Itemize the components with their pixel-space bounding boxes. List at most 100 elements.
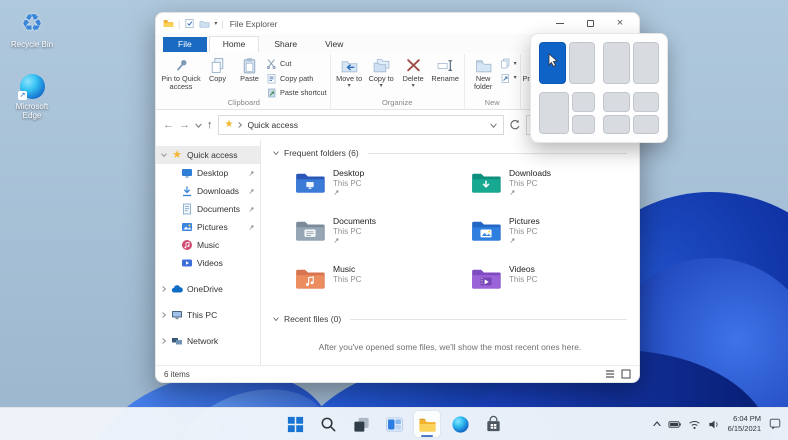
tab-share[interactable]: Share — [261, 37, 310, 52]
address-dropdown-chevron[interactable] — [490, 122, 497, 129]
recent-locations-chevron[interactable] — [195, 122, 202, 129]
snap-zone-top-right[interactable] — [633, 92, 660, 112]
copy-button[interactable]: Copy — [202, 54, 233, 83]
battery-icon[interactable] — [668, 418, 681, 431]
snap-zone-left-hovered[interactable] — [539, 42, 566, 84]
snap-zone-top-right[interactable] — [572, 92, 595, 112]
forward-button[interactable]: → — [179, 120, 190, 131]
folder-tile-downloads[interactable]: Downloads This PC — [471, 168, 640, 210]
pin-to-quick-access-button[interactable]: Pin to Quick access — [161, 54, 201, 92]
sidebar-item-network[interactable]: Network — [156, 332, 260, 350]
copy-path-button[interactable]: Copy path — [266, 73, 327, 84]
sidebar-item-this-pc[interactable]: This PC — [156, 306, 260, 324]
paste-button[interactable]: Paste — [234, 54, 265, 83]
wifi-icon[interactable] — [688, 418, 701, 431]
large-icons-view-button[interactable] — [621, 369, 631, 379]
paste-shortcut-icon — [266, 87, 277, 98]
content-pane: Frequent folders (6) Desktop This PC — [261, 140, 639, 365]
snap-zone-right[interactable] — [633, 42, 660, 84]
ribbon-group-clipboard: Pin to Quick access Copy Paste Cut — [158, 54, 331, 109]
snap-zone-top-left[interactable] — [603, 92, 630, 112]
delete-button[interactable]: Delete ▾ — [398, 54, 429, 89]
snap-zone-bottom-right[interactable] — [572, 115, 595, 135]
taskbar: 6:04 PM 6/15/2021 — [0, 407, 788, 440]
file-explorer-button[interactable] — [414, 411, 440, 437]
taskbar-clock[interactable]: 6:04 PM 6/15/2021 — [728, 414, 761, 434]
collapse-chevron-icon[interactable] — [273, 150, 279, 156]
edge-button[interactable] — [447, 411, 473, 437]
copy-icon — [209, 57, 226, 74]
sidebar-item-onedrive[interactable]: OneDrive — [156, 280, 260, 298]
breadcrumb[interactable]: ★ Quick access — [218, 115, 505, 135]
sidebar-item-desktop[interactable]: Desktop — [156, 164, 260, 182]
sidebar-item-documents[interactable]: Documents — [156, 200, 260, 218]
start-button[interactable] — [282, 411, 308, 437]
search-button[interactable] — [315, 411, 341, 437]
collapse-chevron-icon[interactable] — [273, 316, 279, 322]
paste-icon — [241, 57, 258, 74]
copy-to-button[interactable]: Copy to ▾ — [366, 54, 397, 89]
move-to-button[interactable]: Move to ▾ — [334, 54, 365, 89]
edge-icon: ↗ — [18, 72, 46, 100]
qat-customize-chevron[interactable]: ▾ — [214, 21, 217, 27]
volume-icon[interactable] — [708, 418, 721, 431]
sidebar-item-videos[interactable]: Videos — [156, 254, 260, 272]
notification-center-button[interactable] — [768, 417, 782, 431]
back-button[interactable]: ← — [163, 120, 174, 131]
up-button[interactable]: ↑ — [207, 120, 213, 131]
sidebar-item-pictures[interactable]: Pictures — [156, 218, 260, 236]
quick-access-star-icon: ★ — [171, 149, 183, 161]
chevron-right-icon[interactable] — [161, 286, 167, 292]
tab-view[interactable]: View — [312, 37, 356, 52]
chevron-down-icon[interactable] — [161, 152, 167, 158]
tab-home[interactable]: Home — [209, 36, 260, 52]
qat-properties-button[interactable] — [184, 18, 195, 29]
pin-icon — [248, 224, 255, 231]
sidebar-item-music[interactable]: Music — [156, 236, 260, 254]
pictures-icon — [181, 221, 193, 233]
section-title: Frequent folders (6) — [284, 148, 359, 158]
paste-shortcut-button[interactable]: Paste shortcut — [266, 87, 327, 98]
widgets-button[interactable] — [381, 411, 407, 437]
folder-name: Videos — [509, 264, 537, 274]
snap-zone-right[interactable] — [569, 42, 596, 84]
snap-layouts-flyout — [530, 33, 668, 143]
taskbar-center-icons — [282, 408, 506, 440]
tab-file[interactable]: File — [163, 37, 207, 52]
folder-tile-desktop[interactable]: Desktop This PC — [295, 168, 467, 210]
tray-overflow-chevron[interactable] — [653, 420, 661, 428]
store-button[interactable] — [480, 411, 506, 437]
details-view-button[interactable] — [605, 369, 615, 379]
sidebar-item-downloads[interactable]: Downloads — [156, 182, 260, 200]
easy-access-button[interactable]: ▾ — [500, 73, 517, 84]
refresh-button[interactable] — [509, 119, 521, 131]
microsoft-store-icon — [484, 415, 503, 434]
snap-zone-left[interactable] — [603, 42, 630, 84]
music-icon — [181, 239, 193, 251]
task-view-button[interactable] — [348, 411, 374, 437]
minimize-button[interactable] — [545, 13, 575, 34]
cut-button[interactable]: Cut — [266, 58, 327, 69]
snap-zone-left-large[interactable] — [539, 92, 569, 134]
chevron-right-icon[interactable] — [161, 338, 167, 344]
desktop-icon-recycle-bin[interactable]: ♻ Recycle Bin — [6, 10, 58, 49]
rename-button[interactable]: Rename — [430, 54, 461, 83]
new-item-button[interactable]: ▾ — [500, 58, 517, 69]
close-button[interactable]: × — [605, 13, 635, 34]
qat-new-folder-button[interactable] — [199, 18, 210, 29]
folder-tile-music[interactable]: Music This PC — [295, 264, 467, 306]
breadcrumb-chevron-icon — [237, 122, 243, 128]
folder-tile-documents[interactable]: Documents This PC — [295, 216, 467, 258]
videos-folder-icon — [471, 266, 501, 290]
snap-zone-bottom-left[interactable] — [603, 115, 630, 135]
quick-access-star-icon: ★ — [225, 120, 234, 130]
desktop-icon-microsoft-edge[interactable]: ↗ Microsoft Edge — [6, 72, 58, 120]
snap-zone-bottom-right[interactable] — [633, 115, 660, 135]
new-folder-button[interactable]: New folder — [468, 54, 499, 92]
sidebar-item-quick-access[interactable]: ★ Quick access — [156, 146, 260, 164]
snap-layout-split-half-1 — [539, 42, 595, 84]
folder-tile-videos[interactable]: Videos This PC — [471, 264, 640, 306]
chevron-right-icon[interactable] — [161, 312, 167, 318]
maximize-button[interactable] — [575, 13, 605, 34]
folder-tile-pictures[interactable]: Pictures This PC — [471, 216, 640, 258]
